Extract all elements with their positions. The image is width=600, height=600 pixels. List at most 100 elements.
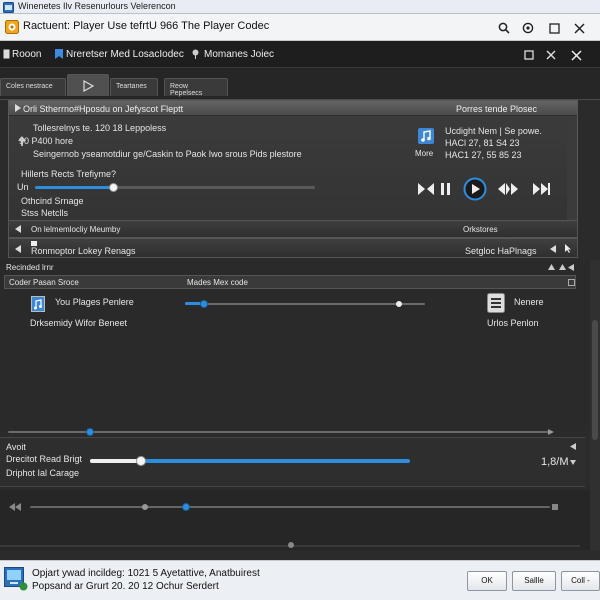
tab-play[interactable] xyxy=(67,74,109,96)
collapse-row-ranges[interactable]: Ronmoptor Lokey Renags Setgloc HaPlnags xyxy=(8,238,578,258)
scrollbar-thumb[interactable] xyxy=(592,320,598,440)
seek-handle[interactable] xyxy=(85,428,94,436)
column-mode[interactable]: Mades Mex code xyxy=(187,278,248,287)
bottom-marker xyxy=(142,504,148,510)
item1-subtitle: Drksemidy Wifor Beneet xyxy=(30,318,128,328)
document-list-icon xyxy=(486,293,506,313)
item2-name: Nenere xyxy=(514,297,544,307)
os-title-bar: Winenetes Ilv Resenurlours Velerencon xyxy=(0,0,600,14)
collapse-left-icon[interactable] xyxy=(13,224,23,234)
menu-item-momanes[interactable]: Momanes Joiec xyxy=(204,49,274,60)
panel-scrollbar[interactable] xyxy=(567,116,577,229)
level-readout: 1,8/M xyxy=(541,456,569,468)
music-note-icon xyxy=(417,127,435,145)
expand-icon[interactable] xyxy=(13,103,23,113)
collapse-up-icon[interactable] xyxy=(546,262,556,272)
collapse-left-icon[interactable] xyxy=(548,244,558,254)
level-handle[interactable] xyxy=(136,456,147,466)
dropdown-icon[interactable] xyxy=(569,458,577,466)
close-column-icon[interactable] xyxy=(567,278,575,286)
seek-end-icon xyxy=(547,428,555,436)
column-header: Coder Pasan Sroce Mades Mex code xyxy=(4,275,576,289)
window-restore-icon[interactable] xyxy=(522,48,536,62)
main-scrollbar[interactable] xyxy=(590,260,600,550)
cancel-button[interactable]: Sallle xyxy=(512,571,556,591)
item1-slider-handle[interactable] xyxy=(200,300,209,308)
end-marker-icon xyxy=(550,502,560,512)
skip-back-icon[interactable] xyxy=(417,181,435,197)
row-right-label: Setgloc HaPlnags xyxy=(465,246,537,256)
level-section: Avoit Drecitot Read Brigt Driphot Ial Ca… xyxy=(0,437,585,487)
row-right-label: Orkstores xyxy=(463,225,498,234)
item1-slider-end xyxy=(396,301,402,307)
collapse-left-icon[interactable] xyxy=(568,441,578,451)
collapse-left-icon[interactable] xyxy=(13,244,23,254)
slider-label: Un xyxy=(17,182,29,192)
panel-header-right: Porres tende Plosec xyxy=(456,104,538,114)
document-icon xyxy=(2,48,10,60)
section-title: Recinded lrnr xyxy=(6,263,54,272)
level-fill xyxy=(90,459,142,463)
item1-slider-track[interactable] xyxy=(185,303,425,305)
status-bar: Opjart ywad incildeg: 1021 5 Ayetattive,… xyxy=(0,560,600,600)
info-line-1: Tollesrelnys te. 120 18 Leppoless xyxy=(33,123,167,133)
tab-strip: Coles nestrace Teartanes Reow Pepelsecs xyxy=(0,68,600,100)
app-icon xyxy=(2,1,14,13)
search-icon[interactable] xyxy=(496,20,512,36)
level-line-3: Driphot Ial Carage xyxy=(6,468,80,478)
status-line-2: Popsand ar Grurt 20. 20 12 Ochur Serdert xyxy=(32,581,219,592)
pause-icon[interactable] xyxy=(439,181,453,197)
menu-app-name[interactable]: Rooon xyxy=(12,49,41,60)
status-line-1: Opjart ywad incildeg: 1021 5 Ayetattive,… xyxy=(32,568,260,579)
play-tab-icon xyxy=(83,80,94,92)
tab-label: Teartanes xyxy=(116,83,147,90)
tab-label: Reow Pepelsecs xyxy=(170,83,203,97)
collapse-left-icon[interactable] xyxy=(566,262,576,272)
close-panel-icon[interactable] xyxy=(568,47,584,63)
restore-icon[interactable] xyxy=(546,20,562,36)
pin-icon xyxy=(190,48,200,60)
tools-icon[interactable] xyxy=(544,48,558,62)
tab-features[interactable]: Teartanes xyxy=(110,78,158,96)
tab-colors[interactable]: Coles nestrace xyxy=(0,78,66,96)
cursor-icon xyxy=(563,243,573,253)
menu-item-codec[interactable]: Nreretser Med LosacIodec xyxy=(66,49,184,60)
column-source[interactable]: Coder Pasan Sroce xyxy=(9,278,79,287)
info-line-6: Stss Netclls xyxy=(21,208,69,218)
info-dot-icon xyxy=(18,581,28,591)
bottom-track[interactable] xyxy=(30,506,550,508)
item2-subtitle: Urlos Penlon xyxy=(487,318,539,328)
close-icon[interactable] xyxy=(570,19,588,37)
row-label: Ronmoptor Lokey Renags xyxy=(31,246,136,256)
ok-button[interactable]: OK xyxy=(467,571,507,591)
info-line-4: Hillerts Rects Trefiyme? xyxy=(21,169,117,179)
collapse-row-memory[interactable]: On lelmemlocliy Meumby Orkstores xyxy=(8,220,578,238)
info-line-2: 90 P400 hore xyxy=(19,136,74,146)
window-title: Ractuent: Player Use tefrtU 966 The Play… xyxy=(23,20,270,32)
row-label: On lelmemlocliy Meumby xyxy=(31,225,121,234)
player-icon xyxy=(5,20,19,34)
bottom-handle[interactable] xyxy=(182,503,190,511)
options-button[interactable]: Coll - xyxy=(561,571,600,591)
menu-bar: Rooon Nreretser Med LosacIodec Momanes J… xyxy=(0,41,600,68)
track-info-1: Ucdight Nem | Se powe. xyxy=(445,126,542,136)
bottom-slider-area xyxy=(0,490,600,550)
bookmark-icon xyxy=(54,48,64,60)
skip-forward-icon[interactable] xyxy=(531,181,553,197)
progress-handle[interactable] xyxy=(109,183,119,192)
level-line-2: Drecitot Read Brigt xyxy=(6,454,83,464)
fast-forward-icon[interactable] xyxy=(497,181,519,197)
splitter-dot[interactable] xyxy=(288,542,294,548)
recorded-section: Recinded lrnr Coder Pasan Sroce Mades Me… xyxy=(0,260,590,436)
track-info-2: HACl 27, 81 S4 23 xyxy=(445,138,520,148)
play-button[interactable] xyxy=(462,176,488,202)
audio-file-icon xyxy=(30,295,46,313)
record-icon[interactable] xyxy=(520,20,536,36)
panel-header: Orli Stherrno#Hposdu on Jefyscot Fleptt … xyxy=(9,101,577,116)
item1-name: You Plages Penlere xyxy=(55,297,134,307)
track-info-3: HAC1 27, 55 85 23 xyxy=(445,150,522,160)
tab-row-properties[interactable]: Reow Pepelsecs xyxy=(164,78,228,97)
info-line-3: Seingernob yseamotdiur ge/Caskin to Paok… xyxy=(33,149,302,159)
rewind-icon[interactable] xyxy=(8,502,22,512)
more-label[interactable]: More xyxy=(415,149,433,158)
